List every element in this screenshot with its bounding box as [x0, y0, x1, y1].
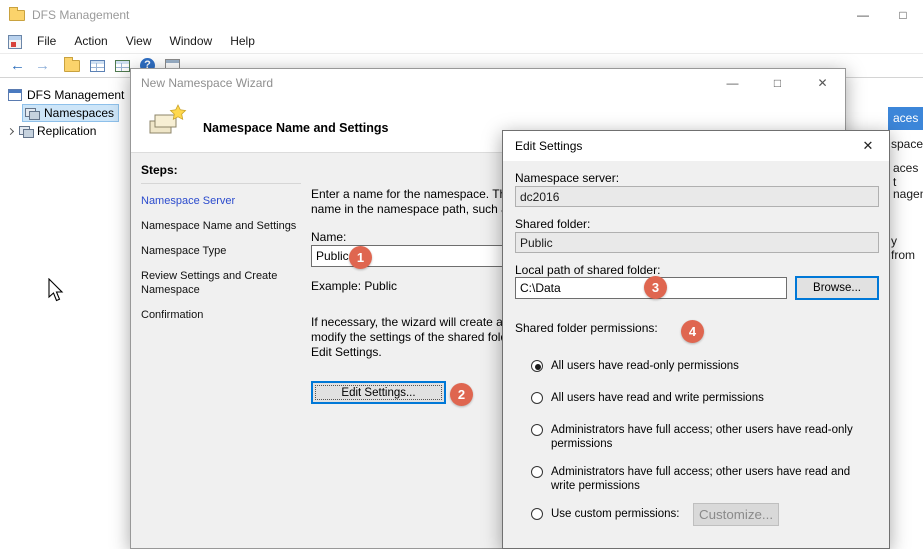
tree-item-dfs-management[interactable]: DFS Management: [0, 86, 130, 104]
step-namespace-server[interactable]: Namespace Server: [141, 194, 301, 208]
menu-view[interactable]: View: [117, 30, 161, 53]
annotation-circle-2: 2: [450, 383, 473, 406]
chevron-right-icon[interactable]: [7, 127, 14, 134]
browse-button[interactable]: Browse...: [795, 276, 879, 300]
wizard-close-icon[interactable]: ✕: [800, 69, 845, 97]
step-namespace-type: Namespace Type: [141, 244, 301, 258]
annotation-circle-4: 4: [681, 320, 704, 343]
mouse-cursor: [48, 278, 66, 304]
background-text-fragment: y from: [891, 234, 923, 262]
shared-folder-label: Shared folder:: [515, 217, 590, 231]
close-icon[interactable]: ✕: [847, 131, 889, 161]
steps-divider: [141, 183, 301, 184]
menu-window[interactable]: Window: [161, 30, 222, 53]
forward-icon[interactable]: →: [35, 55, 50, 77]
radio-icon: [531, 424, 543, 436]
intro-line-1: Enter a name for the namespace. This na: [311, 187, 532, 202]
shared-folder-input: [515, 232, 879, 253]
edit-settings-button[interactable]: Edit Settings...: [311, 381, 446, 404]
intro-text: Enter a name for the namespace. This na …: [311, 187, 532, 217]
show-console-tree-icon[interactable]: [64, 60, 80, 72]
main-window-title: DFS Management: [32, 0, 129, 30]
name-label: Name:: [311, 230, 346, 244]
tree-selection-highlight: Namespaces: [22, 104, 119, 122]
local-path-label: Local path of shared folder:: [515, 263, 660, 277]
maximize-icon[interactable]: □: [883, 0, 923, 30]
example-text: Example: Public: [311, 279, 397, 293]
radio-admins-full-users-read-only[interactable]: Administrators have full access; other u…: [531, 423, 873, 451]
tree-item-namespaces[interactable]: Namespaces: [0, 104, 130, 122]
menu-help[interactable]: Help: [221, 30, 264, 53]
background-text-fragment: nagen: [893, 187, 923, 201]
radio-selected-icon: [531, 360, 543, 372]
namespace-name-input[interactable]: [311, 245, 516, 267]
tree-root-label: DFS Management: [27, 88, 124, 102]
tree-item-replication[interactable]: Replication: [0, 122, 130, 140]
menu-action[interactable]: Action: [65, 30, 116, 53]
annotation-circle-3: 3: [644, 276, 667, 299]
background-text-fragment: space...: [891, 137, 923, 151]
namespaces-icon: [25, 107, 39, 119]
window-controls: — □: [843, 0, 923, 30]
radio-all-users-read-write[interactable]: All users have read and write permission…: [531, 391, 873, 405]
wizard-page-title: Namespace Name and Settings: [203, 121, 389, 135]
menu-bar: File Action View Window Help: [0, 30, 923, 53]
intro-line-2: name in the namespace path, such as \\: [311, 202, 532, 217]
wizard-maximize-icon[interactable]: □: [755, 69, 800, 97]
export-list-icon[interactable]: [115, 60, 130, 72]
app-folder-icon: [9, 10, 25, 21]
replication-icon: [19, 125, 33, 137]
dfs-management-icon: [8, 89, 22, 101]
radio-icon: [531, 392, 543, 404]
console-tree: DFS Management Namespaces Replication: [0, 78, 130, 549]
step-review-settings-and-create-namespace: Review Settings and Create Namespace: [141, 269, 301, 297]
namespace-wizard-icon: [147, 103, 187, 143]
steps-panel: Steps: Namespace Server Namespace Name a…: [141, 163, 301, 333]
background-text-fragment: aces t: [893, 161, 923, 189]
namespace-server-label: Namespace server:: [515, 171, 619, 185]
radio-icon: [531, 508, 543, 520]
edit-dialog-title: Edit Settings: [503, 131, 847, 161]
back-icon[interactable]: ←: [10, 55, 25, 77]
annotation-circle-1: 1: [349, 246, 372, 269]
wizard-titlebar: New Namespace Wizard — □ ✕: [131, 69, 845, 97]
tree-item-label: Namespaces: [44, 106, 114, 120]
shared-folder-permissions-label: Shared folder permissions:: [515, 321, 658, 335]
step-namespace-name-and-settings: Namespace Name and Settings: [141, 219, 301, 233]
step-confirmation: Confirmation: [141, 308, 301, 322]
wizard-title: New Namespace Wizard: [131, 69, 710, 97]
namespace-server-input: [515, 186, 879, 207]
background-pane-header-fragment: aces: [888, 107, 923, 130]
radio-all-users-read-only[interactable]: All users have read-only permissions: [531, 359, 873, 373]
list-view-icon[interactable]: [90, 60, 105, 72]
radio-icon: [531, 466, 543, 478]
radio-admins-full-users-read-write[interactable]: Administrators have full access; other u…: [531, 465, 873, 493]
edit-dialog-titlebar: Edit Settings ✕: [503, 131, 889, 161]
steps-heading: Steps:: [141, 163, 301, 177]
menu-file[interactable]: File: [28, 30, 65, 53]
customize-button: Customize...: [693, 503, 779, 526]
console-app-icon: [8, 35, 22, 49]
wizard-minimize-icon[interactable]: —: [710, 69, 755, 97]
minimize-icon[interactable]: —: [843, 0, 883, 30]
main-titlebar: DFS Management — □: [0, 0, 923, 30]
tree-item-label: Replication: [37, 124, 96, 138]
